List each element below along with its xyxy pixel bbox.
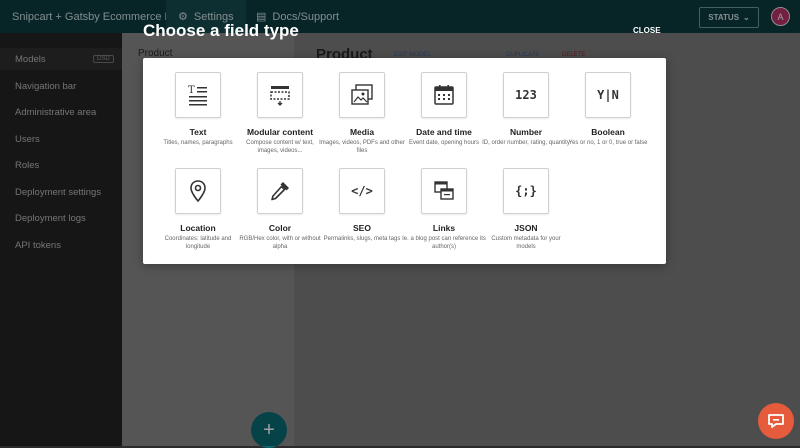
field-type-label: JSON: [514, 223, 538, 233]
calendar-icon: [421, 72, 467, 118]
chat-bubble-icon: [768, 414, 784, 428]
color-dropper-icon: [257, 168, 303, 214]
modal-title: Choose a field type: [143, 21, 299, 40]
svg-text:T: T: [188, 85, 195, 96]
boolean-glyph: Y|N: [597, 88, 619, 102]
field-type-json[interactable]: {;} JSON Custom metadata for your models: [478, 168, 574, 251]
json-glyph: {;}: [515, 184, 537, 198]
field-type-modal: T Text Titles, names, paragraphs Modular…: [143, 58, 666, 264]
text-icon: T: [175, 72, 221, 118]
links-icon: [421, 168, 467, 214]
boolean-icon: Y|N: [585, 72, 631, 118]
media-icon: [339, 72, 385, 118]
field-type-boolean[interactable]: Y|N Boolean Yes or no, 1 or 0, true or f…: [560, 72, 656, 147]
code-icon: </>: [339, 168, 385, 214]
close-button[interactable]: CLOSE: [633, 26, 661, 35]
json-icon: {;}: [503, 168, 549, 214]
field-type-desc: Custom metadata for your models: [491, 236, 561, 250]
number-icon: 123: [503, 72, 549, 118]
field-type-desc: Yes or no, 1 or 0, true or false: [568, 140, 648, 146]
location-pin-icon: [175, 168, 221, 214]
modular-content-icon: [257, 72, 303, 118]
chat-button[interactable]: [758, 403, 794, 439]
seo-glyph: </>: [351, 184, 373, 198]
number-glyph: 123: [515, 88, 537, 102]
field-type-label: Boolean: [591, 127, 625, 137]
